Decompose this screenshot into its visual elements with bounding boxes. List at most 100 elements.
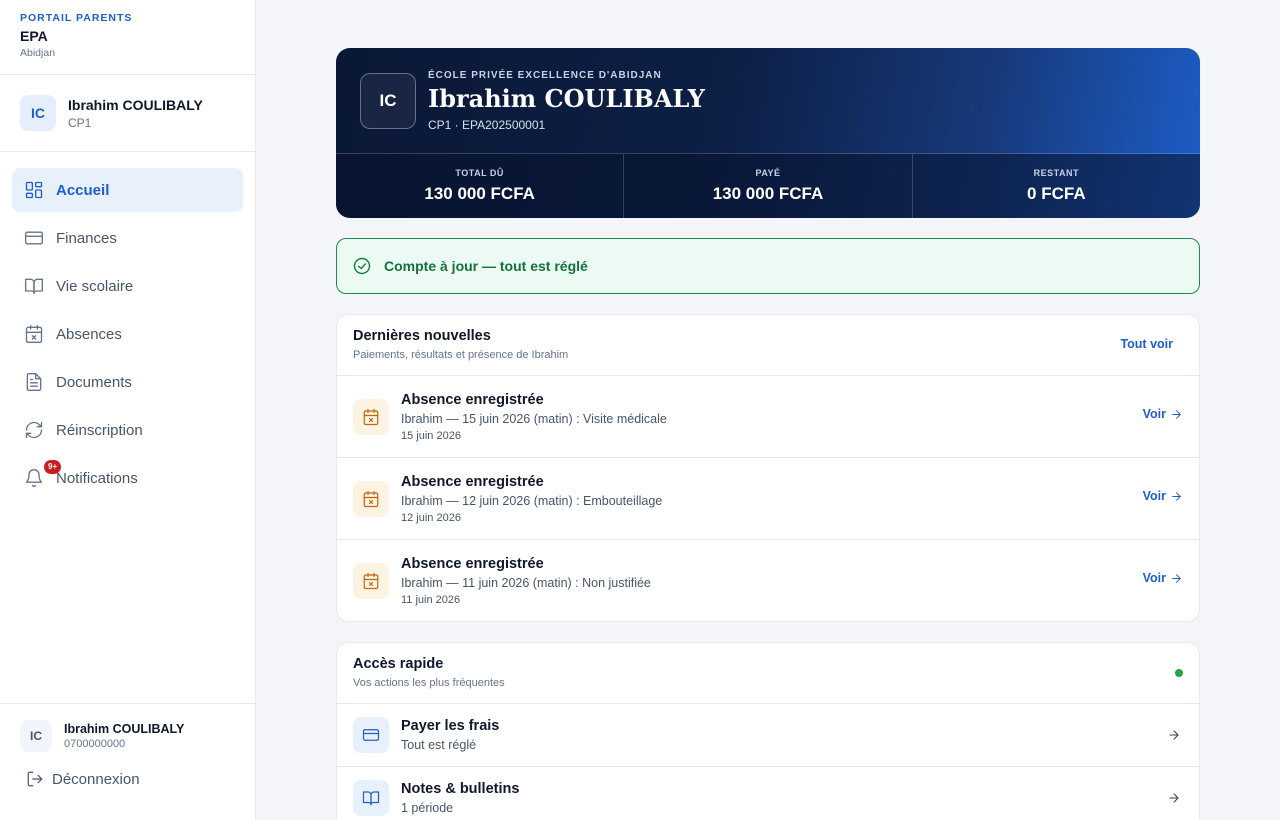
- arrow-right-icon: [1169, 793, 1179, 803]
- arrow-right-icon: [1172, 491, 1181, 501]
- sidebar-item-reinscription[interactable]: Réinscription: [12, 408, 243, 452]
- logout-label: Déconnexion: [52, 770, 140, 788]
- stat-value: 130 000 FCFA: [712, 184, 824, 203]
- news-item-date: 11 juin 2026: [401, 593, 461, 606]
- quick-action-subtitle: 1 période: [401, 801, 454, 815]
- absence-icon-wrap: [353, 398, 389, 435]
- stat-label: RESTANT: [1033, 168, 1079, 178]
- sidebar-item-label: Documents: [56, 373, 132, 391]
- view-link[interactable]: Voir: [1143, 407, 1183, 421]
- absence-icon-wrap: [353, 562, 389, 599]
- stat-total-due: TOTAL DÛ 130 000 FCFA: [336, 154, 625, 218]
- sidebar-item-vie-scolaire[interactable]: Vie scolaire: [12, 264, 243, 308]
- stat-label: TOTAL DÛ: [455, 168, 504, 178]
- news-item-date: 15 juin 2026: [401, 429, 461, 442]
- student-meta: CP1 · EPA202500001: [428, 117, 546, 132]
- sidebar-item-label: Accueil: [56, 181, 110, 199]
- view-label: Voir: [1142, 571, 1166, 585]
- news-subtitle: Paiements, résultats et présence de Ibra…: [353, 349, 569, 361]
- calendar-x-icon: [25, 325, 43, 343]
- credit-card-icon: [25, 231, 43, 245]
- stat-remaining: RESTANT 0 FCFA: [913, 154, 1200, 218]
- user-name: Ibrahim COULIBALY: [64, 722, 185, 736]
- sidebar-item-label: Finances: [56, 229, 117, 247]
- sidebar-item-absences[interactable]: Absences: [12, 312, 243, 356]
- logout-button[interactable]: Déconnexion: [0, 752, 255, 788]
- quick-action-subtitle: Tout est réglé: [401, 738, 477, 752]
- user-profile[interactable]: IC Ibrahim COULIBALY 0700000000: [0, 704, 255, 752]
- logout-icon: [27, 771, 43, 787]
- news-title: Dernières nouvelles: [353, 328, 491, 344]
- quick-icon-wrap: [353, 780, 389, 816]
- sidebar-nav: Accueil Finances Vie scolaire Absences D…: [0, 152, 255, 500]
- stat-paid: PAYÉ 130 000 FCFA: [624, 154, 913, 218]
- sidebar-footer: IC Ibrahim COULIBALY 0700000000 Déconnex…: [0, 703, 255, 820]
- quick-access-title: Accès rapide: [353, 656, 444, 672]
- sidebar-item-accueil[interactable]: Accueil: [12, 168, 243, 212]
- brand-name: EPA: [20, 28, 48, 44]
- bell-icon: [25, 469, 43, 487]
- list-item[interactable]: Absence enregistrée Ibrahim — 15 juin 20…: [337, 376, 1199, 458]
- view-label: Voir: [1142, 407, 1166, 421]
- credit-card-icon: [362, 729, 380, 741]
- news-item-date: 12 juin 2026: [401, 511, 461, 524]
- sidebar-item-notifications[interactable]: 9+ Notifications: [12, 456, 243, 500]
- calendar-x-icon: [363, 572, 379, 589]
- quick-action-title: Payer les frais: [401, 718, 500, 734]
- account-status-text: Compte à jour — tout est réglé: [384, 258, 588, 274]
- list-item[interactable]: Absence enregistrée Ibrahim — 11 juin 20…: [337, 540, 1199, 621]
- sidebar-item-label: Absences: [56, 325, 122, 343]
- book-open-icon: [362, 791, 380, 806]
- arrow-right-icon: [1172, 409, 1181, 419]
- balance-summary: TOTAL DÛ 130 000 FCFA PAYÉ 130 000 FCFA …: [336, 154, 1200, 218]
- hero-student-name: Ibrahim COULIBALY: [428, 83, 705, 113]
- sidebar-item-finances[interactable]: Finances: [12, 216, 243, 260]
- dashboard-icon: [25, 181, 43, 199]
- see-all-link[interactable]: Tout voir: [1120, 337, 1173, 351]
- brand-city: Abidjan: [20, 47, 56, 59]
- news-card: Dernières nouvelles Paiements, résultats…: [336, 314, 1200, 622]
- refresh-icon: [25, 421, 43, 439]
- file-text-icon: [26, 373, 42, 391]
- main-content: IC ÉCOLE PRIVÉE EXCELLENCE D'ABIDJAN Ibr…: [336, 48, 1200, 820]
- stat-value: 130 000 FCFA: [424, 184, 535, 203]
- news-item-description: Ibrahim — 12 juin 2026 (matin) : Emboute…: [401, 493, 663, 508]
- account-status-alert: Compte à jour — tout est réglé: [336, 238, 1200, 294]
- quick-action-grades[interactable]: Notes & bulletins 1 période: [337, 767, 1199, 820]
- quick-action-pay-fees[interactable]: Payer les frais Tout est réglé: [337, 704, 1199, 767]
- stat-value: 0 FCFA: [1027, 184, 1086, 203]
- view-label: Voir: [1142, 489, 1166, 503]
- stat-label: PAYÉ: [755, 168, 781, 178]
- arrow-right-icon: [1169, 730, 1179, 740]
- status-dot: [1175, 669, 1183, 677]
- notification-count-badge: 9+: [44, 460, 62, 474]
- quick-access-subtitle: Vos actions les plus fréquentes: [353, 677, 505, 689]
- sidebar: PORTAIL PARENTS EPA Abidjan IC Ibrahim C…: [0, 0, 256, 820]
- user-phone: 0700000000: [64, 738, 126, 750]
- student-hero-card: IC ÉCOLE PRIVÉE EXCELLENCE D'ABIDJAN Ibr…: [336, 48, 1200, 218]
- student-class: CP1: [68, 115, 92, 130]
- view-link[interactable]: Voir: [1143, 489, 1183, 503]
- student-name: Ibrahim COULIBALY: [68, 96, 203, 113]
- student-card[interactable]: IC Ibrahim COULIBALY CP1: [0, 75, 255, 152]
- hero-avatar: IC: [360, 72, 416, 129]
- sidebar-item-documents[interactable]: Documents: [12, 360, 243, 404]
- check-circle-icon: [353, 257, 371, 275]
- brand-block: PORTAIL PARENTS EPA Abidjan: [0, 0, 255, 75]
- calendar-x-icon: [363, 490, 379, 507]
- sidebar-item-label: Notifications: [56, 469, 138, 487]
- book-open-icon: [25, 278, 43, 295]
- news-item-description: Ibrahim — 15 juin 2026 (matin) : Visite …: [401, 411, 667, 426]
- arrow-right-icon: [1172, 573, 1181, 583]
- view-link[interactable]: Voir: [1143, 571, 1183, 585]
- list-item[interactable]: Absence enregistrée Ibrahim — 12 juin 20…: [337, 458, 1199, 540]
- news-item-title: Absence enregistrée: [401, 473, 544, 490]
- brand-tagline: PORTAIL PARENTS: [20, 12, 133, 24]
- quick-action-title: Notes & bulletins: [401, 781, 520, 797]
- news-item-title: Absence enregistrée: [401, 555, 544, 572]
- news-item-title: Absence enregistrée: [401, 391, 544, 408]
- sidebar-item-label: Réinscription: [56, 421, 143, 439]
- sidebar-item-label: Vie scolaire: [56, 277, 134, 295]
- quick-access-card: Accès rapide Vos actions les plus fréque…: [336, 642, 1200, 820]
- school-name: ÉCOLE PRIVÉE EXCELLENCE D'ABIDJAN: [428, 69, 662, 81]
